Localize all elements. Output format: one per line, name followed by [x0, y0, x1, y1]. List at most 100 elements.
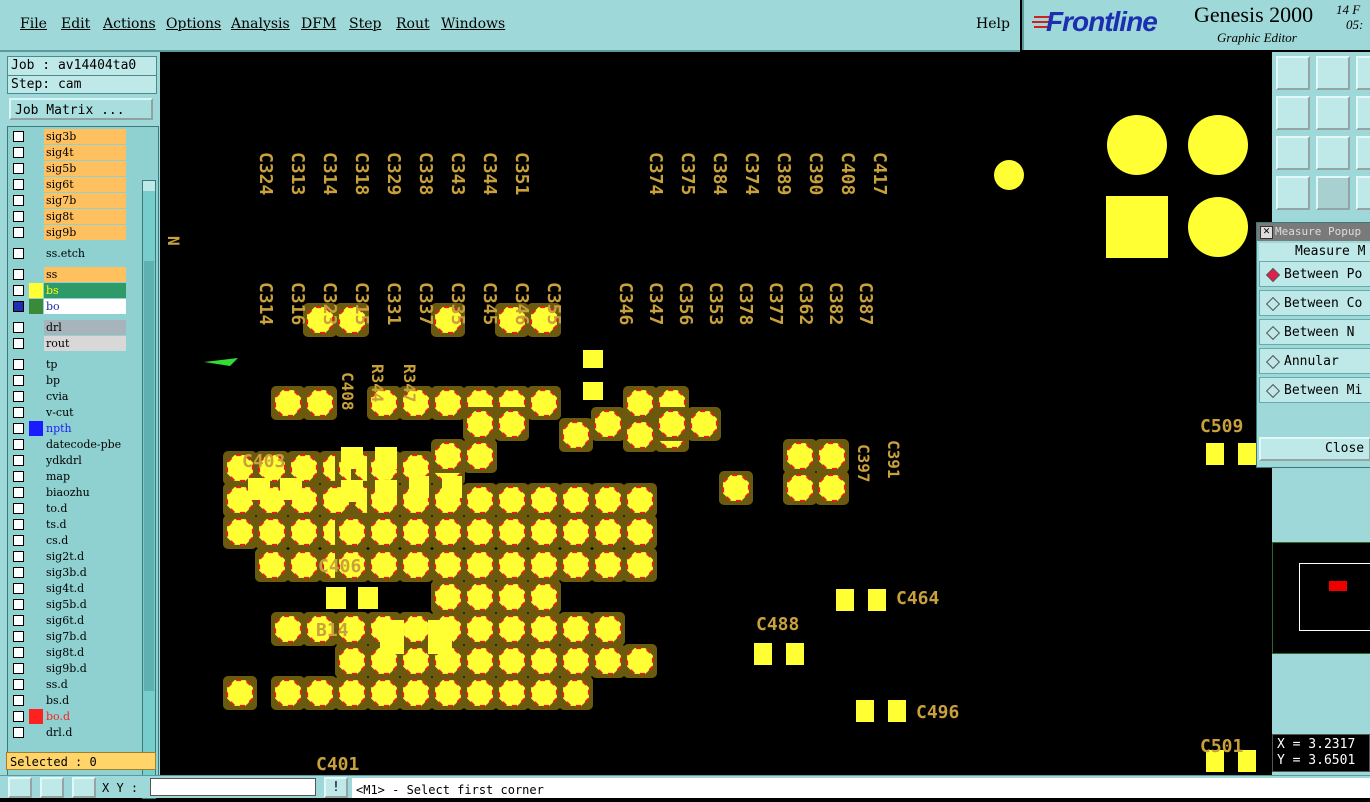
- layer-color-swatch[interactable]: [29, 437, 43, 452]
- layer-row[interactable]: cs.d: [9, 533, 128, 548]
- fit-screen-icon[interactable]: [1276, 136, 1310, 170]
- menu-windows[interactable]: Windows: [441, 16, 505, 32]
- layer-row[interactable]: npth: [9, 421, 128, 436]
- layer-checkbox[interactable]: [13, 647, 24, 658]
- layer-color-swatch[interactable]: [29, 629, 43, 644]
- menu-analysis[interactable]: Analysis: [231, 16, 290, 32]
- grid-icon[interactable]: [1316, 176, 1350, 210]
- menu-rout[interactable]: Rout: [396, 16, 430, 32]
- xy-input[interactable]: [150, 778, 316, 796]
- layer-color-swatch[interactable]: [29, 725, 43, 740]
- layer-checkbox[interactable]: [13, 301, 24, 312]
- zoom-in-icon[interactable]: [1316, 56, 1350, 90]
- layer-row[interactable]: sig3b: [9, 129, 128, 144]
- layer-color-swatch[interactable]: [29, 283, 43, 298]
- option-between-nets[interactable]: Between N: [1259, 319, 1370, 345]
- layer-color-swatch[interactable]: [29, 421, 43, 436]
- layer-color-swatch[interactable]: [29, 645, 43, 660]
- layer-color-swatch[interactable]: [29, 336, 43, 351]
- layer-row[interactable]: sig6t: [9, 177, 128, 192]
- layer-checkbox[interactable]: [13, 567, 24, 578]
- layer-row[interactable]: sig5b: [9, 161, 128, 176]
- layer-row[interactable]: ts.d: [9, 517, 128, 532]
- layer-row[interactable]: to.d: [9, 501, 128, 516]
- layer-color-swatch[interactable]: [29, 517, 43, 532]
- layer-checkbox[interactable]: [13, 631, 24, 642]
- zoom-area-icon[interactable]: [1316, 136, 1350, 170]
- tool-icon[interactable]: [1356, 56, 1370, 90]
- layer-row[interactable]: drl.d: [9, 725, 128, 740]
- pan-left-icon[interactable]: [1276, 96, 1310, 130]
- layer-row[interactable]: v-cut: [9, 405, 128, 420]
- layer-row[interactable]: sig4t: [9, 145, 128, 160]
- layer-row[interactable]: bs.d: [9, 693, 128, 708]
- layer-checkbox[interactable]: [13, 338, 24, 349]
- layer-color-swatch[interactable]: [29, 533, 43, 548]
- layer-checkbox[interactable]: [13, 211, 24, 222]
- layer-row[interactable]: sig9b: [9, 225, 128, 240]
- layer-checkbox[interactable]: [13, 455, 24, 466]
- layer-checkbox[interactable]: [13, 727, 24, 738]
- option-between-points[interactable]: Between Po: [1259, 261, 1370, 287]
- layer-color-swatch[interactable]: [29, 709, 43, 724]
- layer-color-swatch[interactable]: [29, 209, 43, 224]
- layer-checkbox[interactable]: [13, 163, 24, 174]
- layer-row[interactable]: datecode-pbe: [9, 437, 128, 452]
- layer-row[interactable]: bp: [9, 373, 128, 388]
- scroll-up-arrow-icon[interactable]: [143, 181, 155, 191]
- layer-color-swatch[interactable]: [29, 549, 43, 564]
- zoom-home-icon[interactable]: [1276, 56, 1310, 90]
- layer-color-swatch[interactable]: [29, 661, 43, 676]
- layer-color-swatch[interactable]: [29, 389, 43, 404]
- layer-color-swatch[interactable]: [29, 597, 43, 612]
- layer-color-swatch[interactable]: [29, 677, 43, 692]
- layer-color-swatch[interactable]: [29, 373, 43, 388]
- layer-row[interactable]: ydkdrl: [9, 453, 128, 468]
- menu-step[interactable]: Step: [349, 16, 381, 32]
- layer-color-swatch[interactable]: [29, 485, 43, 500]
- layer-row[interactable]: ss.etch: [9, 246, 128, 261]
- menu-edit[interactable]: Edit: [61, 16, 90, 32]
- layer-checkbox[interactable]: [13, 503, 24, 514]
- layer-color-swatch[interactable]: [29, 501, 43, 516]
- popup-close-button[interactable]: Close: [1259, 437, 1370, 461]
- layer-checkbox[interactable]: [13, 471, 24, 482]
- layer-checkbox[interactable]: [13, 359, 24, 370]
- layer-checkbox[interactable]: [13, 679, 24, 690]
- popup-titlebar[interactable]: Measure Popup: [1257, 223, 1370, 241]
- layer-row[interactable]: sig8t.d: [9, 645, 128, 660]
- zoom-box-icon[interactable]: [8, 777, 32, 798]
- layer-row[interactable]: bo.d: [9, 709, 128, 724]
- graphic-canvas[interactable]: C324 C313 C314 C318 C329 C338 C343 C344 C351 C374…: [160, 52, 1272, 775]
- layer-checkbox[interactable]: [13, 322, 24, 333]
- layer-checkbox[interactable]: [13, 487, 24, 498]
- layer-color-swatch[interactable]: [29, 177, 43, 192]
- layer-checkbox[interactable]: [13, 551, 24, 562]
- layer-checkbox[interactable]: [13, 599, 24, 610]
- menu-help[interactable]: Help: [976, 16, 1010, 32]
- layer-checkbox[interactable]: [13, 195, 24, 206]
- layer-checkbox[interactable]: [13, 423, 24, 434]
- layer-checkbox[interactable]: [13, 535, 24, 546]
- layer-row[interactable]: bo: [9, 299, 128, 314]
- option-annular[interactable]: Annular: [1259, 348, 1370, 374]
- tool-icon[interactable]: [1356, 136, 1370, 170]
- layer-checkbox[interactable]: [13, 179, 24, 190]
- layer-color-swatch[interactable]: [29, 225, 43, 240]
- layer-row[interactable]: sig4t.d: [9, 581, 128, 596]
- scroll-thumb[interactable]: [144, 261, 154, 691]
- layer-row[interactable]: ss.d: [9, 677, 128, 692]
- layer-checkbox[interactable]: [13, 663, 24, 674]
- layer-color-swatch[interactable]: [29, 129, 43, 144]
- menu-options[interactable]: Options: [166, 16, 221, 32]
- option-between-min[interactable]: Between Mi: [1259, 377, 1370, 403]
- layer-row[interactable]: sig5b.d: [9, 597, 128, 612]
- layer-checkbox[interactable]: [13, 131, 24, 142]
- layer-color-swatch[interactable]: [29, 469, 43, 484]
- menu-dfm[interactable]: DFM: [301, 16, 336, 32]
- layer-color-swatch[interactable]: [29, 161, 43, 176]
- layer-color-swatch[interactable]: [29, 405, 43, 420]
- measure-tool-icon[interactable]: [1276, 176, 1310, 210]
- layer-row[interactable]: tp: [9, 357, 128, 372]
- layer-color-swatch[interactable]: [29, 267, 43, 282]
